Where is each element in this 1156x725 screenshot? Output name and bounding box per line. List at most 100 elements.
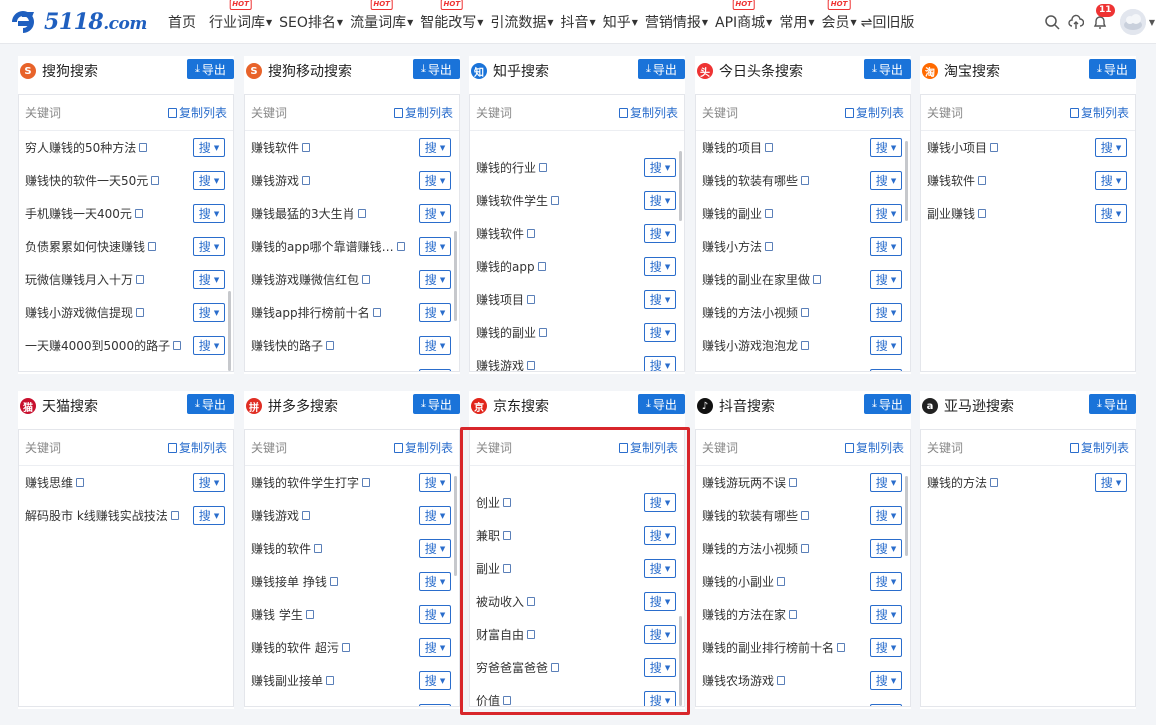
- keyword-term[interactable]: 赚钱最猛的3大生肖: [251, 205, 366, 222]
- search-dropdown-button[interactable]: 搜▼: [644, 356, 676, 371]
- keyword-term[interactable]: 赚钱副业: [702, 370, 761, 371]
- keyword-term[interactable]: 赚钱的副业: [702, 205, 774, 222]
- search-dropdown-button[interactable]: 搜▼: [1095, 171, 1127, 190]
- nav-item-7[interactable]: 知乎 ▼: [603, 0, 638, 44]
- notification-bell-icon[interactable]: 11: [1092, 4, 1115, 30]
- search-dropdown-button[interactable]: 搜▼: [419, 237, 451, 256]
- scrollbar[interactable]: [454, 231, 457, 321]
- nav-item-0[interactable]: 首页: [168, 0, 196, 44]
- search-dropdown-button[interactable]: 搜▼: [1095, 138, 1127, 157]
- search-dropdown-button[interactable]: 搜▼: [419, 638, 451, 657]
- search-dropdown-button[interactable]: 搜▼: [1095, 204, 1127, 223]
- search-dropdown-button[interactable]: 搜▼: [644, 224, 676, 243]
- copy-icon[interactable]: [362, 478, 371, 487]
- copy-list-button[interactable]: 复制列表: [1069, 439, 1129, 456]
- search-dropdown-button[interactable]: 搜▼: [193, 336, 225, 355]
- copy-icon[interactable]: [990, 478, 999, 487]
- search-dropdown-button[interactable]: 搜▼: [419, 138, 451, 157]
- copy-list-button[interactable]: 复制列表: [618, 104, 678, 121]
- nav-item-11[interactable]: 会员 ▼ HOT: [821, 0, 857, 44]
- keyword-term[interactable]: 赚钱 学生: [251, 606, 314, 623]
- keyword-term[interactable]: 赚钱项目: [476, 291, 536, 308]
- copy-icon[interactable]: [765, 143, 774, 152]
- keyword-term[interactable]: 手机赚钱一天400元: [25, 205, 143, 222]
- nav-item-12[interactable]: ⇌回旧版: [861, 0, 915, 44]
- keyword-term[interactable]: 赚钱平台: [251, 370, 310, 371]
- keyword-term[interactable]: 赚钱的副业排行榜前十名: [702, 639, 846, 656]
- nav-item-10[interactable]: 常用 ▼: [779, 0, 814, 44]
- search-dropdown-button[interactable]: 搜▼: [644, 323, 676, 342]
- copy-icon[interactable]: [978, 209, 987, 218]
- keyword-term[interactable]: 赚钱的副业在家里做: [702, 271, 822, 288]
- search-dropdown-button[interactable]: 搜▼: [419, 303, 451, 322]
- nav-item-6[interactable]: 抖音 ▼: [561, 0, 596, 44]
- keyword-term[interactable]: 赚钱软件: [927, 172, 987, 189]
- export-button[interactable]: ⤓ 导出: [1089, 59, 1136, 79]
- copy-list-button[interactable]: 复制列表: [1069, 104, 1129, 121]
- copy-icon[interactable]: [539, 328, 548, 337]
- copy-icon[interactable]: [765, 209, 774, 218]
- keyword-term[interactable]: 赚钱游玩两不误: [702, 474, 798, 491]
- search-dropdown-button[interactable]: 搜▼: [193, 473, 225, 492]
- keyword-term[interactable]: 赚钱的方法在家: [702, 606, 798, 623]
- avatar-chevron-down-icon[interactable]: ▼: [1149, 18, 1155, 27]
- search-dropdown-button[interactable]: 搜▼: [419, 204, 451, 223]
- search-dropdown-button[interactable]: 搜▼: [870, 605, 902, 624]
- search-dropdown-button[interactable]: 搜▼: [870, 336, 902, 355]
- copy-icon[interactable]: [527, 229, 536, 238]
- search-dropdown-button[interactable]: 搜▼: [870, 204, 902, 223]
- copy-icon[interactable]: [539, 163, 548, 172]
- keyword-term[interactable]: 赚钱的软装有哪些: [702, 507, 810, 524]
- keyword-term[interactable]: 赚钱软件学生: [476, 192, 560, 209]
- copy-icon[interactable]: [173, 341, 182, 350]
- keyword-term[interactable]: 赚钱的软装有哪些: [702, 172, 810, 189]
- search-dropdown-button[interactable]: 搜▼: [419, 704, 451, 706]
- copy-icon[interactable]: [801, 544, 810, 553]
- copy-icon[interactable]: [801, 341, 810, 350]
- copy-icon[interactable]: [305, 610, 314, 619]
- copy-icon[interactable]: [527, 295, 536, 304]
- export-button[interactable]: ⤓ 导出: [413, 394, 460, 414]
- export-button[interactable]: ⤓ 导出: [638, 394, 685, 414]
- search-dropdown-button[interactable]: 搜▼: [419, 506, 451, 525]
- copy-list-button[interactable]: 复制列表: [393, 104, 453, 121]
- search-dropdown-button[interactable]: 搜▼: [193, 204, 225, 223]
- keyword-term[interactable]: 赚钱小游戏泡泡龙: [702, 337, 810, 354]
- nav-item-9[interactable]: API商城 ▼ HOT: [715, 0, 772, 44]
- search-dropdown-button[interactable]: 搜▼: [193, 237, 225, 256]
- copy-icon[interactable]: [302, 143, 311, 152]
- search-dropdown-button[interactable]: 搜▼: [419, 270, 451, 289]
- keyword-term[interactable]: 赚钱的副业: [476, 324, 548, 341]
- copy-icon[interactable]: [789, 478, 798, 487]
- search-dropdown-button[interactable]: 搜▼: [1095, 473, 1127, 492]
- search-icon[interactable]: [1044, 14, 1060, 30]
- keyword-term[interactable]: 赚钱的软件学生推广: [251, 705, 370, 706]
- copy-icon[interactable]: [801, 176, 810, 185]
- copy-icon[interactable]: [978, 176, 987, 185]
- scrollbar[interactable]: [228, 291, 231, 371]
- search-dropdown-button[interactable]: 搜▼: [419, 572, 451, 591]
- search-dropdown-button[interactable]: 搜▼: [644, 158, 676, 177]
- keyword-term[interactable]: 赚钱的软件学生打字: [251, 474, 371, 491]
- search-dropdown-button[interactable]: 搜▼: [870, 506, 902, 525]
- copy-icon[interactable]: [302, 511, 311, 520]
- copy-icon[interactable]: [789, 610, 798, 619]
- keyword-term[interactable]: 解码股市 k线赚钱实战技法: [25, 507, 179, 524]
- export-button[interactable]: ⤓ 导出: [638, 59, 685, 79]
- copy-icon[interactable]: [151, 176, 160, 185]
- search-dropdown-button[interactable]: 搜▼: [870, 638, 902, 657]
- keyword-term[interactable]: 赚钱软件: [251, 139, 311, 156]
- copy-icon[interactable]: [551, 196, 560, 205]
- keyword-term[interactable]: 赚钱接单 挣钱: [251, 573, 338, 590]
- search-dropdown-button[interactable]: 搜▼: [193, 171, 225, 190]
- search-dropdown-button[interactable]: 搜▼: [419, 473, 451, 492]
- keyword-term[interactable]: 赚钱的软件 超污: [251, 639, 350, 656]
- search-dropdown-button[interactable]: 搜▼: [419, 336, 451, 355]
- export-button[interactable]: ⤓ 导出: [1089, 394, 1136, 414]
- copy-icon[interactable]: [341, 643, 350, 652]
- export-button[interactable]: ⤓ 导出: [864, 59, 911, 79]
- keyword-term[interactable]: 赚钱农场游戏: [702, 672, 786, 689]
- copy-icon[interactable]: [777, 676, 786, 685]
- keyword-term[interactable]: 玩微信赚钱月入十万: [25, 271, 145, 288]
- keyword-term[interactable]: 赚钱的app: [476, 258, 546, 275]
